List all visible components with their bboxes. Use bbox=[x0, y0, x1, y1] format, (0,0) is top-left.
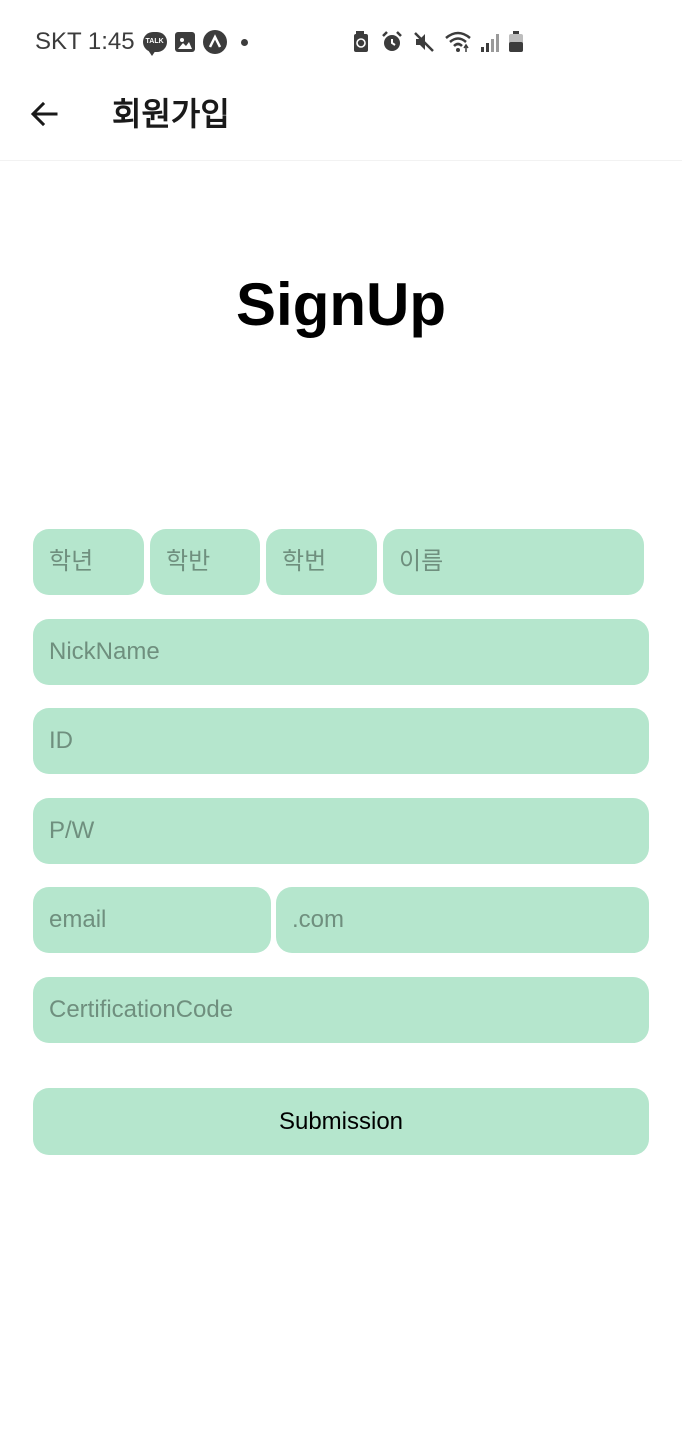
mute-icon bbox=[414, 32, 434, 52]
gallery-icon bbox=[174, 32, 195, 52]
back-button[interactable] bbox=[22, 92, 66, 136]
id-input[interactable] bbox=[33, 708, 649, 774]
submit-button[interactable]: Submission bbox=[33, 1088, 649, 1155]
wifi-icon bbox=[445, 31, 471, 52]
class-input[interactable] bbox=[150, 529, 260, 595]
status-bar: SKT 1:45 TALK bbox=[0, 0, 682, 82]
email-domain-input[interactable] bbox=[276, 887, 649, 953]
signal-icon bbox=[481, 34, 499, 52]
alarm-icon bbox=[382, 31, 402, 51]
status-left: SKT 1:45 TALK bbox=[35, 26, 248, 58]
status-right bbox=[352, 28, 524, 56]
name-input[interactable] bbox=[383, 529, 644, 595]
app-bar: 회원가입 bbox=[0, 82, 682, 161]
password-input[interactable] bbox=[33, 798, 649, 864]
email-input[interactable] bbox=[33, 887, 271, 953]
kakaotalk-icon: TALK bbox=[142, 32, 167, 56]
carrier-time: SKT 1:45 bbox=[35, 28, 135, 55]
arrow-back-icon bbox=[30, 101, 58, 127]
certification-code-input[interactable] bbox=[33, 977, 649, 1043]
grade-input[interactable] bbox=[33, 529, 144, 595]
app-bar-title: 회원가입 bbox=[112, 96, 230, 132]
page-heading: SignUp bbox=[236, 271, 446, 338]
student-number-input[interactable] bbox=[266, 529, 377, 595]
more-notifications-dot-icon bbox=[240, 38, 248, 46]
battery-icon bbox=[509, 31, 523, 52]
nickname-input[interactable] bbox=[33, 619, 649, 685]
battery-saver-icon bbox=[354, 31, 368, 52]
app-notification-icon bbox=[202, 30, 227, 54]
